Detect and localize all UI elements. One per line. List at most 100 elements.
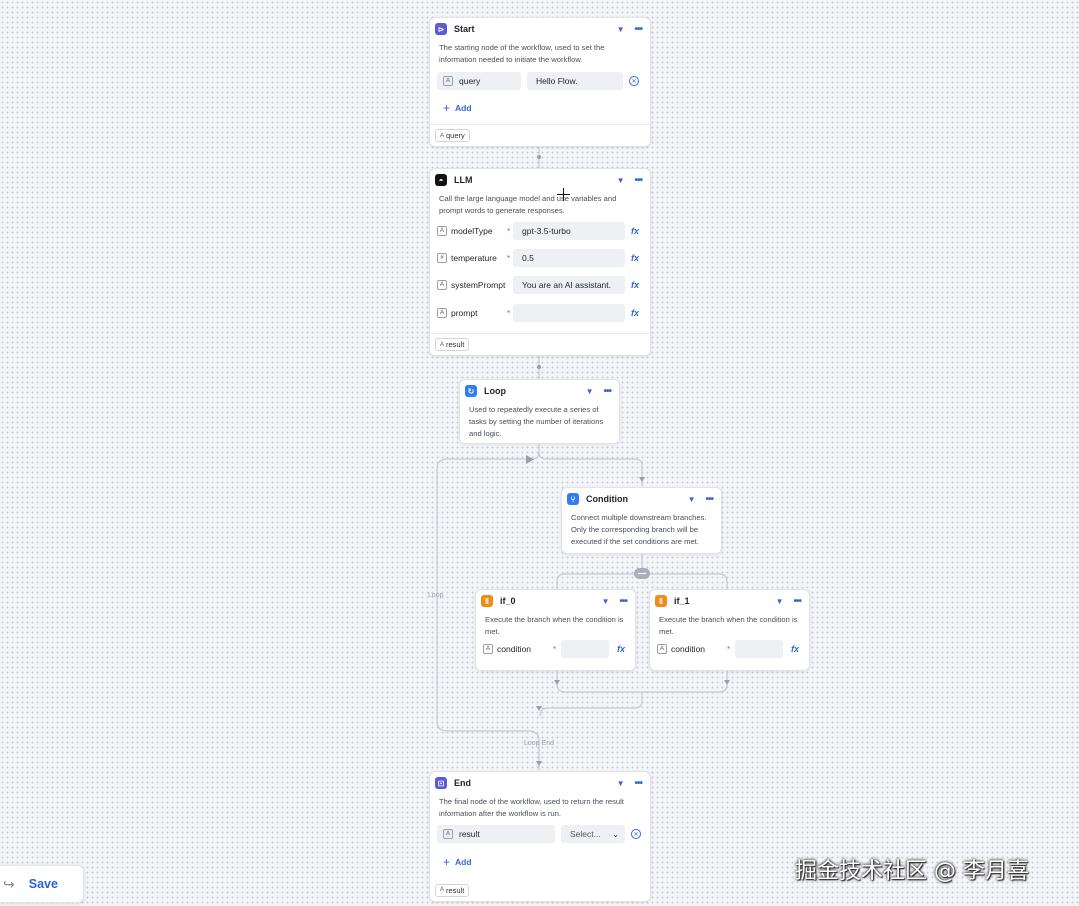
plus-icon: + [443,101,451,115]
chevron-down-icon[interactable]: ▼ [776,597,784,606]
more-icon[interactable]: ••• [634,175,642,186]
text-type-icon: A [437,308,447,318]
param-value-input[interactable]: gpt-3.5-turbo [513,222,625,240]
node-description: The final node of the workflow, used to … [439,797,624,818]
function-icon[interactable]: fx [791,644,799,654]
condition-node-header[interactable]: ⑂ Condition ▼ ••• [562,489,721,509]
param-value: gpt-3.5-turbo [522,226,571,236]
function-icon[interactable]: fx [631,308,639,318]
llm-node[interactable]: ◓ LLM ▼ ••• Call the large language mode… [429,168,651,356]
param-value-input[interactable]: You are an AI assistant. [513,276,625,294]
start-icon: ⊳ [435,23,447,35]
connector-dot[interactable] [537,155,541,159]
start-node[interactable]: ⊳ Start ▼ ••• The starting node of the w… [429,17,651,147]
plus-icon: + [443,855,451,869]
more-icon[interactable]: ••• [705,494,713,505]
param-name: prompt [451,308,478,318]
param-value-input[interactable]: 0.5 [513,249,625,267]
condition-input[interactable] [561,640,609,658]
add-variable-button[interactable]: + Add [443,855,472,869]
text-type-icon: A [440,887,445,893]
redo-icon[interactable]: ↪ [3,876,15,893]
chevron-down-icon[interactable]: ▼ [688,495,696,504]
output-tag: Aresult [435,883,470,897]
node-title: if_1 [674,596,690,606]
end-node-header[interactable]: ⊡ End ▼ ••• [430,773,650,793]
branch-icon: ‖ [655,595,667,607]
output-tag: Aquery [435,129,470,142]
output-area: Aresult [430,333,650,355]
node-title: End [454,778,471,788]
text-type-icon: A [443,76,453,86]
loop-end-label: Loop End [524,740,554,747]
node-description: Execute the branch when the condition is… [485,615,624,636]
select-placeholder: Select... [570,829,601,839]
loop-node[interactable]: ↻ Loop ▼ ••• Used to repeatedly execute … [459,379,620,444]
variable-name-field[interactable]: A result [437,825,555,843]
variable-name-field[interactable]: A query [437,72,521,90]
if0-branch-node[interactable]: ‖ if_0 ▼ ••• Execute the branch when the… [475,589,636,671]
loop-arrow-icon [526,455,534,464]
condition-node[interactable]: ⑂ Condition ▼ ••• Connect multiple downs… [561,487,722,554]
param-value-input[interactable] [513,304,625,322]
if0-node-header[interactable]: ‖ if_0 ▼ ••• [476,591,635,611]
edge-merge-loop [539,692,643,717]
variable-value-input[interactable]: Hello Flow. [527,72,623,90]
number-type-icon: # [437,253,447,263]
loop-side-label: Loop [428,592,444,599]
watermark: 掘金技术社区 @ 李月喜 [795,859,1029,884]
remove-icon[interactable]: ✕ [631,829,641,839]
param-value: You are an AI assistant. [522,280,611,290]
edge-loop-condition [538,444,643,486]
node-title: Loop [484,386,506,396]
llm-icon: ◓ [435,174,447,186]
add-variable-button[interactable]: + Add [443,101,472,115]
if1-branch-node[interactable]: ‖ if_1 ▼ ••• Execute the branch when the… [649,589,810,671]
if1-node-header[interactable]: ‖ if_1 ▼ ••• [650,591,809,611]
end-node[interactable]: ⊡ End ▼ ••• The final node of the workfl… [429,771,651,902]
output-tag: Aresult [435,338,470,351]
node-title: LLM [454,175,473,185]
node-title: if_0 [500,596,516,606]
llm-node-header[interactable]: ◓ LLM ▼ ••• [430,170,650,190]
more-icon[interactable]: ••• [603,386,611,397]
param-name: condition [671,644,706,654]
more-icon[interactable]: ••• [634,24,642,35]
save-toolbar: ↪ Save [0,865,84,903]
function-icon[interactable]: fx [631,253,639,263]
variable-select[interactable]: Select... ⌄ [561,825,625,843]
text-type-icon: A [440,132,445,139]
arrow-down-icon [724,680,730,685]
chevron-down-icon: ⌄ [612,829,619,839]
start-node-header[interactable]: ⊳ Start ▼ ••• [430,19,650,39]
chevron-down-icon[interactable]: ▼ [617,25,625,34]
output-tag-text: result [446,340,465,349]
chevron-down-icon[interactable]: ▼ [617,779,625,788]
node-description: Execute the branch when the condition is… [659,615,798,636]
function-icon[interactable]: fx [617,644,625,654]
remove-icon[interactable]: ✕ [629,76,639,86]
crosshair-cursor-icon [557,188,570,201]
chevron-down-icon[interactable]: ▼ [586,387,594,396]
save-button[interactable]: Save [29,877,58,891]
more-icon[interactable]: ••• [619,596,627,607]
edge-branch-if1 [642,573,728,590]
more-icon[interactable]: ••• [634,778,642,789]
chevron-down-icon[interactable]: ▼ [602,597,610,606]
function-icon[interactable]: fx [631,226,639,236]
output-area: Aresult [430,879,650,901]
variable-name-text: query [459,76,481,86]
variable-value-text: Hello Flow. [536,76,578,86]
end-icon: ⊡ [435,777,447,789]
param-label: AsystemPrompt [437,280,513,290]
function-icon[interactable]: fx [631,280,639,290]
more-icon[interactable]: ••• [793,596,801,607]
node-description: Call the large language model and use va… [439,194,617,215]
condition-input[interactable] [735,640,783,658]
output-tag-text: query [446,131,465,140]
connector-dot[interactable] [537,365,541,369]
loop-node-header[interactable]: ↻ Loop ▼ ••• [460,381,619,401]
add-label: Add [455,103,472,113]
param-value: 0.5 [522,253,534,263]
chevron-down-icon[interactable]: ▼ [617,176,625,185]
